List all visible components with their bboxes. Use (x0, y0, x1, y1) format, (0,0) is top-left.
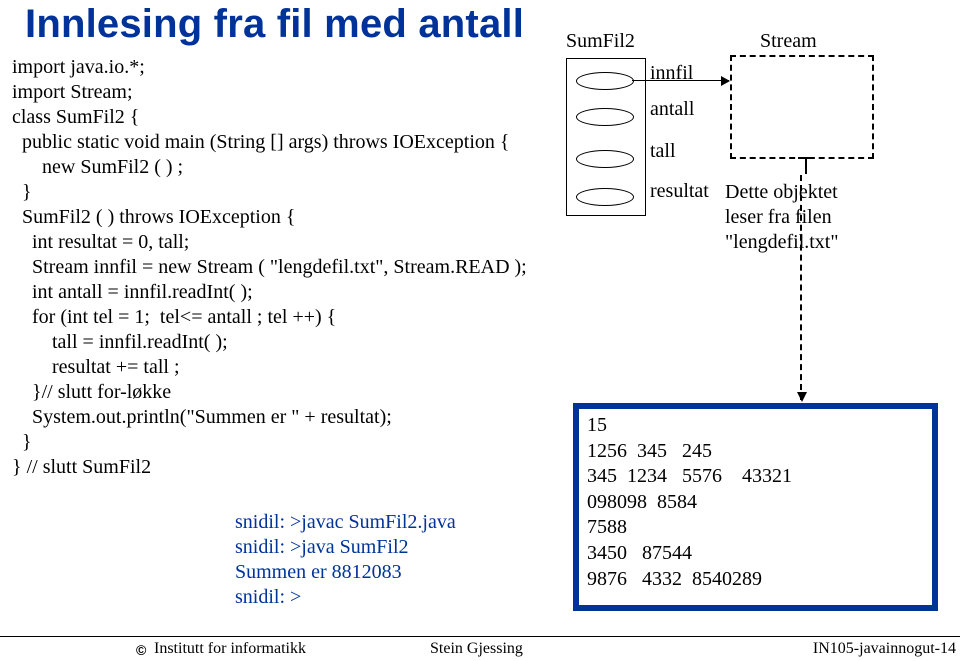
file-contents: 15 1256 345 245 345 1234 5576 43321 0980… (587, 413, 792, 592)
stream-label: Stream (760, 30, 817, 53)
page-title: Innlesing fra fil med antall (25, 2, 524, 47)
antall-field-label: antall (650, 98, 694, 121)
console-output: snidil: >javac SumFil2.java snidil: >jav… (235, 510, 480, 610)
sumfil2-label: SumFil2 (566, 30, 635, 53)
footer-page: IN105-javainnogut-14 (813, 640, 956, 658)
stream-object-box (730, 55, 874, 159)
tall-oval (576, 150, 634, 168)
copyright-icon: © (136, 642, 146, 658)
resultat-oval (576, 188, 634, 206)
resultat-field-label: resultat (650, 180, 709, 203)
innfil-oval (576, 72, 634, 90)
footer-institute: Institutt for informatikk (154, 640, 306, 658)
tall-field-label: tall (650, 140, 676, 163)
stream-cursor (805, 158, 807, 174)
code-block: import java.io.*; import Stream; class S… (12, 55, 527, 480)
innfil-field-label: innfil (650, 62, 693, 85)
footer-author: Stein Gjessing (430, 640, 523, 658)
file-box: 15 1256 345 245 345 1234 5576 43321 0980… (573, 403, 938, 611)
stream-description: Dette objektet leser fra filen "lengdefi… (725, 180, 940, 255)
antall-oval (576, 108, 634, 126)
stream-to-file-arrow (800, 175, 802, 400)
innfil-to-stream-arrow (632, 80, 729, 81)
